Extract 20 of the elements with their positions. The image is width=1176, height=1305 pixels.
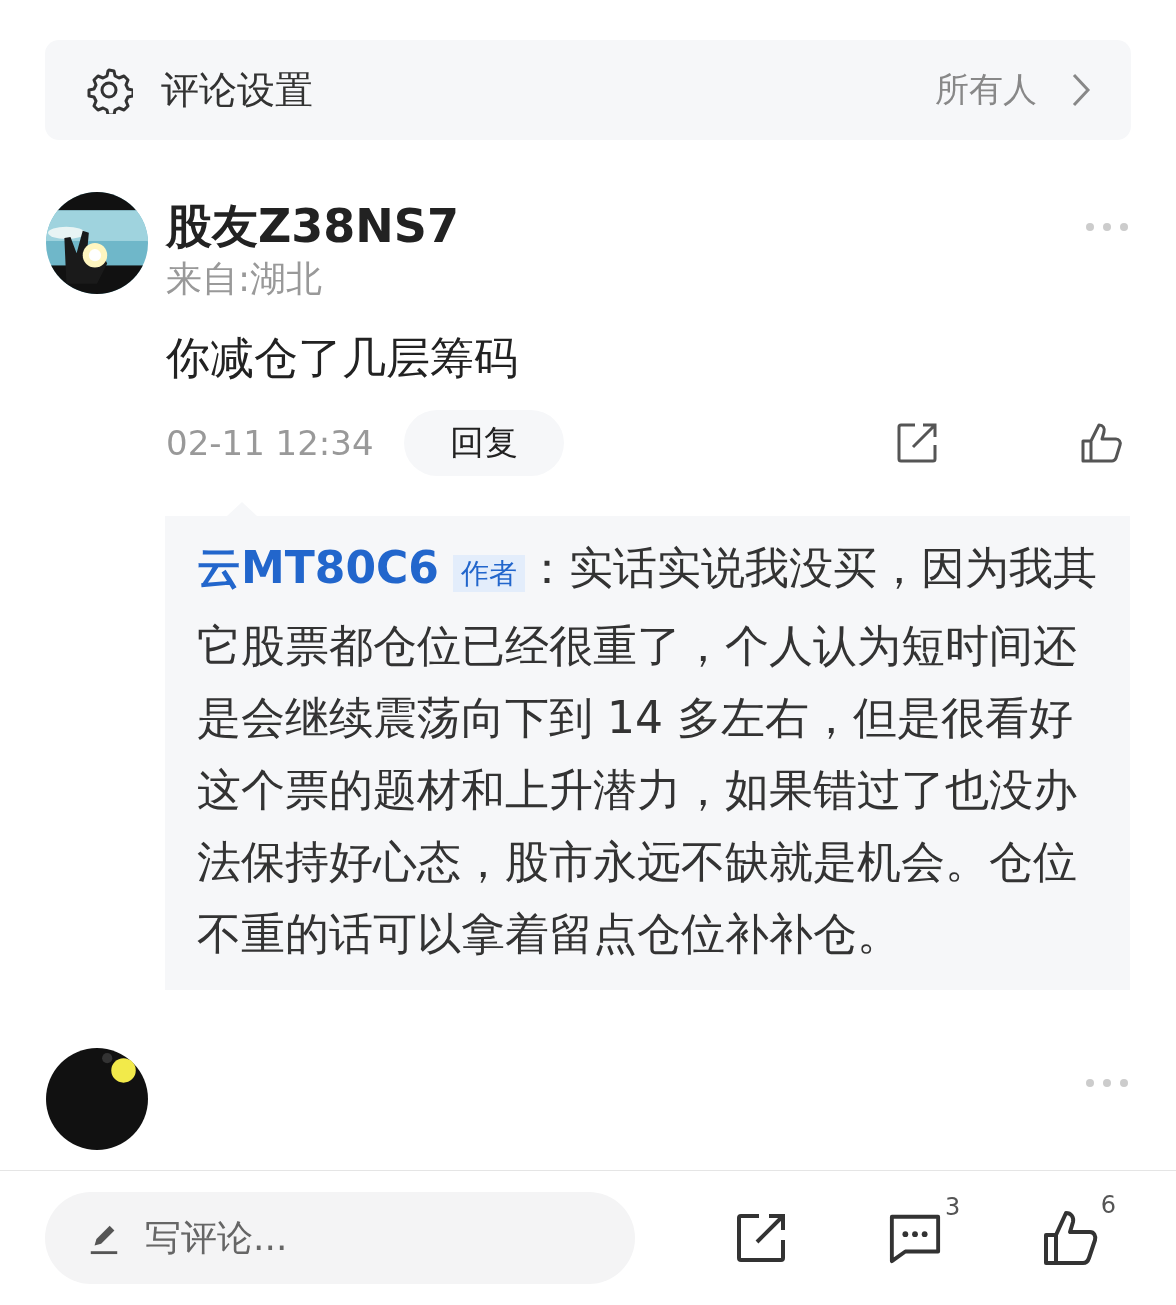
input-placeholder: 写评论... — [145, 1215, 288, 1260]
username[interactable]: 股友Z38NS7 — [166, 198, 459, 254]
location-text: 来自:湖北 — [166, 257, 324, 301]
settings-label: 评论设置 — [161, 66, 314, 114]
chevron-right-icon — [1071, 72, 1091, 108]
thumbs-up-icon[interactable] — [1079, 421, 1123, 465]
comment-text: 你减仓了几层筹码 — [166, 331, 519, 385]
comment-count: 3 — [945, 1193, 961, 1221]
reply-text: 云MT80C6 作者 ：实话实说我没买，因为我其它股票都仓位已经很重了，个人认为短时间还是会继续震荡向下到 14 多左右，但是很看好这个票的题材和上升潜力，如果错过了也没办法保持好心态，股市永远不缺就是机会。仓位不重的话可以拿着留点仓位补补仓。 — [197, 541, 1098, 961]
share-icon[interactable] — [895, 421, 939, 465]
settings-icon — [85, 66, 133, 114]
like-count: 6 — [1100, 1191, 1116, 1219]
reply-button[interactable]: 回复 — [403, 410, 564, 476]
reply-author-link[interactable]: 云MT80C6 — [197, 542, 439, 593]
author-tag: 作者 — [452, 555, 525, 592]
comment-settings-row[interactable]: 评论设置 所有人 — [45, 40, 1131, 140]
thumbs-up-icon[interactable] — [1041, 1209, 1100, 1267]
settings-value: 所有人 — [935, 68, 1037, 111]
timestamp: 02-11 12:34 — [166, 423, 374, 463]
comment-input-field[interactable]: 写评论... — [45, 1192, 635, 1284]
